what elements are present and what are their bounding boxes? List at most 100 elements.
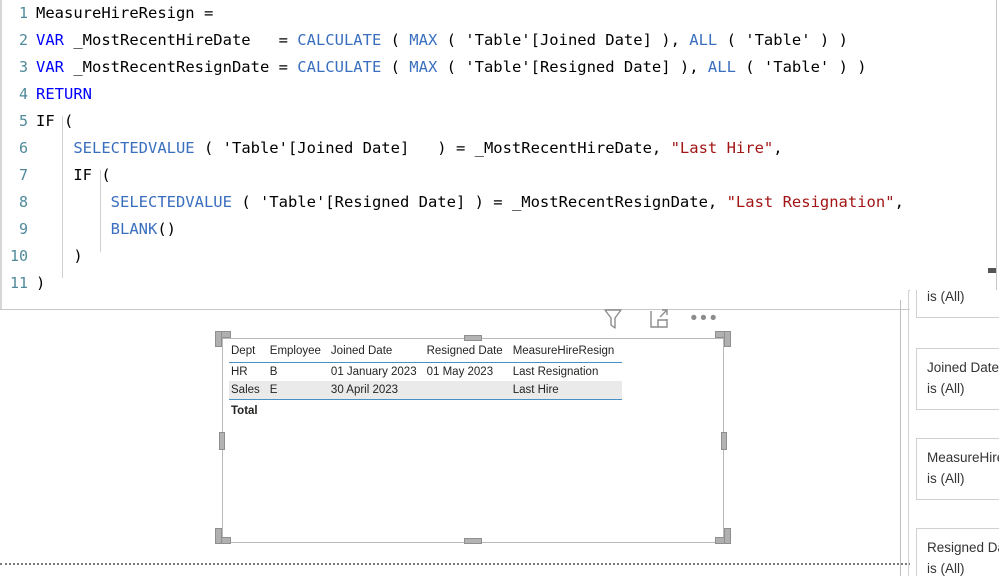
code-line-text: IF ( (36, 162, 110, 189)
code-token: , (894, 193, 904, 211)
code-token: MAX (409, 31, 438, 49)
line-number: 4 (18, 85, 28, 103)
line-number: 11 (9, 274, 28, 292)
code-line-text: RETURN (36, 81, 92, 108)
code-token: SELECTEDVALUE (73, 139, 195, 157)
dax-formula-editor[interactable]: 1 MeasureHireResign = 2 VAR _MostRecentHire… (0, 0, 997, 310)
line-number: 2 (18, 31, 28, 49)
resize-handle-middle-right[interactable] (721, 432, 727, 450)
code-token: ) (36, 274, 46, 292)
line-number: 9 (18, 220, 28, 238)
table-total-cell (268, 400, 329, 421)
table-column-header[interactable]: Employee (267, 343, 329, 363)
table-total-cell: Total (231, 405, 258, 417)
line-number: 6 (18, 139, 28, 157)
line-number: 8 (18, 193, 28, 211)
code-token: ( 'Table'[Resigned Date] ), (437, 58, 708, 76)
code-token: CALCULATE (297, 31, 382, 49)
more-options-icon[interactable]: ••• (691, 306, 718, 332)
focus-mode-icon[interactable] (646, 306, 672, 332)
table-cell: Sales (229, 381, 268, 400)
editor-scroll-marker[interactable] (988, 268, 996, 273)
filter-pane[interactable]: is (All)Joined Dateis (All)MeasureHireRe… (910, 290, 999, 576)
table-column-header[interactable]: Joined Date (328, 343, 425, 363)
code-token: MAX (409, 58, 438, 76)
resize-handle-middle-left[interactable] (219, 432, 225, 450)
table-cell: Last Hire (510, 381, 623, 400)
table-visual[interactable]: Dept Employee Joined Date Resigned Date Meas… (222, 338, 724, 543)
filter-state-text: is (All) (927, 381, 965, 396)
table-cell: HR (231, 366, 248, 378)
code-token: _MostRecentHireDate = (64, 31, 298, 49)
code-token: VAR (36, 31, 64, 49)
line-number: 1 (18, 4, 28, 22)
code-line[interactable]: 4 RETURN (0, 81, 996, 108)
resize-handle-top-left[interactable] (216, 332, 230, 346)
code-line[interactable]: 7 IF ( (0, 162, 996, 189)
table-total-cell (425, 400, 511, 421)
filter-card[interactable]: MeasureHireResign is (All) (916, 438, 999, 500)
code-line-text: MeasureHireResign = (36, 0, 213, 27)
filter-pane-divider (900, 300, 901, 576)
code-token: ( 'Table' ) ) (717, 31, 848, 49)
code-token: ( 'Table'[Joined Date] ), (437, 31, 690, 49)
filter-card[interactable]: Joined Date is (All) (916, 348, 999, 410)
code-line[interactable]: 5 IF ( (0, 108, 996, 135)
table-column-header[interactable]: Resigned Date (424, 343, 511, 363)
visual-header-toolbar[interactable]: ••• (600, 302, 730, 336)
code-token: , (773, 139, 783, 157)
table-column-header[interactable]: MeasureHireResign (510, 343, 623, 363)
table-cell: 30 April 2023 (328, 381, 425, 400)
filter-field-name: MeasureHireResign (927, 450, 999, 465)
table-row[interactable]: HR B 01 January 2023 01 May 2023 Last Resign… (229, 363, 622, 382)
table-cell: Last Resignation (512, 366, 599, 378)
code-token: ( 'Table'[Joined Date] ) = _MostRecentHi… (194, 139, 671, 157)
code-token: SELECTEDVALUE (110, 193, 232, 211)
resize-handle-top-center[interactable] (464, 335, 482, 341)
code-line[interactable]: 1 MeasureHireResign = (0, 0, 996, 27)
resize-handle-top-right[interactable] (716, 332, 730, 346)
code-token: () (157, 220, 176, 238)
filter-field-name: Joined Date (927, 360, 999, 375)
code-line[interactable]: 11) (0, 270, 996, 297)
data-table[interactable]: Dept Employee Joined Date Resigned Date Meas… (229, 343, 623, 421)
line-number: 7 (18, 166, 28, 184)
code-line[interactable]: 2 VAR _MostRecentHireDate = CALCULATE ( M… (0, 27, 996, 54)
code-line-text: BLANK() (36, 216, 176, 243)
table-column-header[interactable]: Dept (229, 343, 268, 363)
code-token: _MostRecentResignDate = (64, 58, 298, 76)
code-token: ( (381, 58, 410, 76)
code-token: VAR (36, 58, 64, 76)
filter-state-text: is (All) (927, 561, 965, 576)
code-token: ( 'Table'[Resigned Date] ) = _MostRecent… (231, 193, 727, 211)
table-cell: E (267, 381, 329, 400)
code-lines-container[interactable]: 1 MeasureHireResign = 2 VAR _MostRecentHire… (0, 0, 996, 297)
code-line-text: IF ( (36, 108, 73, 135)
filter-pane-inner-divider (908, 290, 909, 576)
resize-handle-bottom-right[interactable] (716, 529, 730, 543)
code-token: "Last Resignation" (726, 193, 895, 211)
resize-handle-bottom-center[interactable] (464, 538, 482, 544)
filter-card[interactable]: Resigned Date is (All) (916, 528, 999, 576)
table-cell (424, 381, 511, 400)
code-line[interactable]: 8 SELECTEDVALUE ( 'Table'[Resigned Date]… (0, 189, 996, 216)
filter-card[interactable]: is (All) (916, 290, 999, 318)
code-line-text: ) (36, 270, 45, 297)
filter-state-text: is (All) (927, 471, 965, 486)
code-line[interactable]: 6 SELECTEDVALUE ( 'Table'[Joined Date] )… (0, 135, 996, 162)
code-line[interactable]: 3 VAR _MostRecentResignDate = CALCULATE (… (0, 54, 996, 81)
code-line-text: VAR _MostRecentResignDate = CALCULATE ( … (36, 54, 867, 81)
code-token: ) (36, 247, 83, 265)
code-token: RETURN (36, 85, 92, 103)
table-total-cell (329, 400, 425, 421)
code-token: ( 'Table' ) ) (735, 58, 867, 76)
table-header-row: Dept Employee Joined Date Resigned Date Meas… (229, 343, 623, 363)
code-line[interactable]: 10 ) (0, 243, 996, 270)
resize-handle-bottom-left[interactable] (216, 529, 230, 543)
code-token: MeasureHireResign = (36, 4, 214, 22)
table-row[interactable]: Sales E 30 April 2023 Last Hire (229, 381, 623, 400)
filter-icon[interactable] (600, 306, 626, 332)
code-line[interactable]: 9 BLANK() (0, 216, 996, 243)
